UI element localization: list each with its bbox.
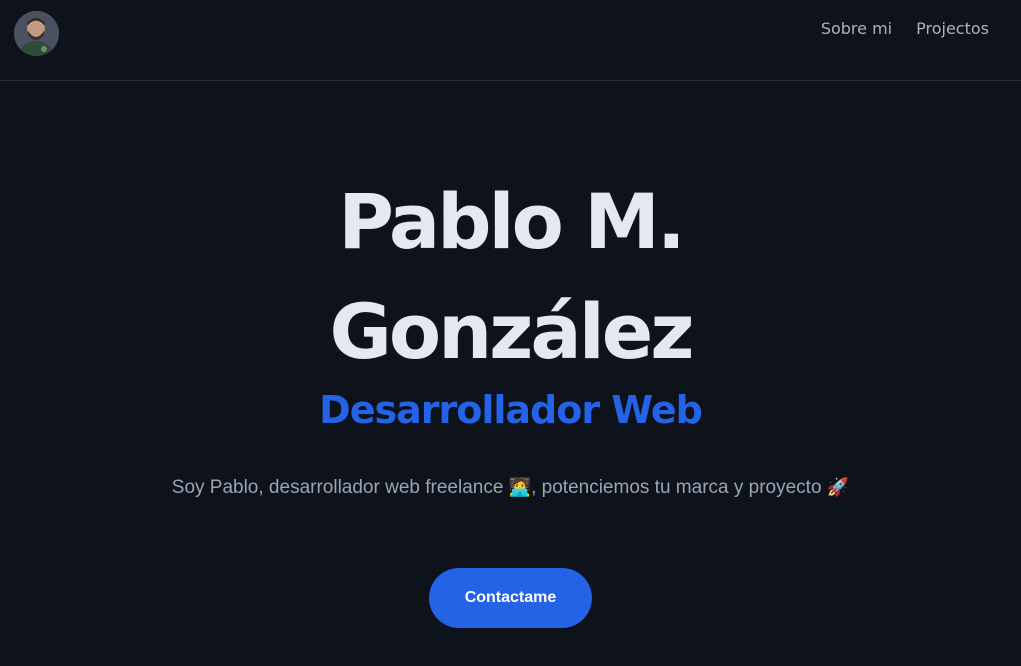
rocket-icon: 🚀 <box>826 477 850 497</box>
hero-description: Soy Pablo, desarrollador web freelance 🧑… <box>171 473 851 502</box>
page-title: Pablo M. González <box>0 167 1021 387</box>
description-text-2: , potenciemos tu marca y proyecto <box>531 477 822 498</box>
contact-button[interactable]: Contactame <box>429 568 592 628</box>
main-nav: Sobre mi Projectos <box>821 19 989 39</box>
profile-photo-icon <box>14 11 59 56</box>
hero-section: Pablo M. González Desarrollador Web Soy … <box>0 81 1021 628</box>
description-text-1: Soy Pablo, desarrollador web freelance <box>171 477 504 498</box>
role-subtitle: Desarrollador Web <box>319 388 703 432</box>
avatar[interactable] <box>14 11 59 56</box>
title-line-1: Pablo M. <box>338 177 686 266</box>
nav-link-sobre-mi[interactable]: Sobre mi <box>821 19 892 39</box>
nav-link-projectos[interactable]: Projectos <box>916 19 989 39</box>
laptop-user-icon: 🧑‍💻 <box>508 477 532 497</box>
title-line-2: González <box>329 287 694 376</box>
site-header: Sobre mi Projectos <box>0 0 1021 81</box>
